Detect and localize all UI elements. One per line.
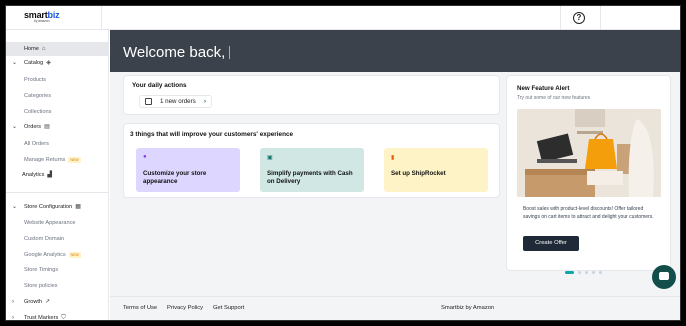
feature-description: Boost sales with product-level discounts… bbox=[523, 206, 654, 220]
carousel-dot[interactable] bbox=[565, 271, 574, 275]
privacy-link[interactable]: Privacy Policy bbox=[167, 305, 203, 311]
sidebar-item-store-policies[interactable]: Store policies bbox=[6, 279, 108, 293]
sidebar-item-custom-domain[interactable]: Custom Domain bbox=[6, 232, 108, 246]
store-icon: ▦ bbox=[75, 204, 81, 210]
truck-icon: ▮ bbox=[391, 155, 395, 161]
cash-icon: ▣ bbox=[267, 155, 273, 161]
sidebar-item-home[interactable]: Home ⌂ bbox=[6, 42, 108, 56]
chevron-right-icon: › bbox=[204, 98, 207, 105]
sidebar-item-trust-markers[interactable]: › Trust Markers ⛉ bbox=[6, 311, 108, 321]
carousel-dot[interactable] bbox=[592, 271, 595, 275]
support-link[interactable]: Get Support bbox=[213, 305, 244, 311]
customize-store-tile[interactable]: ● Customize your store appearance bbox=[136, 148, 240, 192]
tag-icon: ◈ bbox=[46, 60, 51, 66]
improve-title: 3 things that will improve your customer… bbox=[130, 131, 294, 138]
sidebar-item-products[interactable]: Products bbox=[6, 73, 108, 87]
feature-alert-subtitle: Try out some of our new features bbox=[517, 95, 591, 101]
sidebar-item-store-configuration[interactable]: ⌄ Store Configuration ▦ bbox=[6, 200, 108, 214]
shiprocket-tile[interactable]: ▮ Set up ShipRocket bbox=[384, 148, 488, 192]
create-offer-button[interactable]: Create Offer bbox=[523, 236, 579, 251]
carousel-dots[interactable] bbox=[565, 264, 606, 282]
sidebar-item-collections[interactable]: Collections bbox=[6, 105, 108, 119]
sidebar-item-store-timings[interactable]: Store Timings bbox=[6, 263, 108, 277]
chevron-right-icon: › bbox=[12, 299, 14, 305]
sidebar-item-website-appearance[interactable]: Website Appearance bbox=[6, 216, 108, 230]
app-window: smartbiz by amazon ? Home ⌂ ⌄ Catalog ◈ Pro… bbox=[5, 5, 681, 321]
bar-chart-icon: ▟ bbox=[47, 172, 53, 178]
shield-icon: ⛉ bbox=[61, 315, 66, 321]
sidebar-item-analytics[interactable]: Analytics ▟ bbox=[6, 168, 108, 182]
sidebar-item-orders[interactable]: ⌄ Orders ▤ bbox=[6, 120, 108, 134]
improve-experience-card: 3 things that will improve your customer… bbox=[123, 123, 500, 198]
help-icon[interactable]: ? bbox=[573, 12, 585, 24]
daily-actions-title: Your daily actions bbox=[132, 82, 187, 89]
footer-brand: Smartbiz by Amazon bbox=[441, 305, 495, 311]
palette-icon: ● bbox=[143, 154, 147, 160]
chevron-down-icon: ⌄ bbox=[12, 124, 18, 130]
cash-on-delivery-tile[interactable]: ▣ Simplify payments with Cash on Deliver… bbox=[260, 148, 364, 192]
welcome-heading: Welcome back, bbox=[123, 44, 231, 61]
carousel-dot[interactable] bbox=[599, 271, 602, 275]
sidebar-item-catalog[interactable]: ⌄ Catalog ◈ bbox=[6, 56, 108, 70]
new-orders-button[interactable]: 1 new orders › bbox=[139, 95, 212, 108]
calendar-icon bbox=[145, 98, 152, 105]
chevron-down-icon: ⌄ bbox=[12, 60, 18, 66]
footer: Terms of Use Privacy Policy Get Support … bbox=[110, 296, 680, 320]
carousel-dot[interactable] bbox=[585, 271, 588, 275]
top-bar: smartbiz by amazon ? bbox=[6, 6, 680, 30]
sidebar-divider bbox=[6, 192, 108, 193]
feature-image bbox=[517, 109, 661, 197]
clipboard-icon: ▤ bbox=[44, 124, 50, 130]
feature-alert-card: New Feature Alert Try out some of our ne… bbox=[506, 75, 671, 275]
terms-link[interactable]: Terms of Use bbox=[123, 305, 157, 311]
chevron-down-icon: ⌄ bbox=[12, 204, 18, 210]
chevron-right-icon: › bbox=[12, 315, 14, 321]
daily-actions-card: Your daily actions 1 new orders › bbox=[123, 75, 500, 115]
sidebar-item-google-analytics[interactable]: Google Analytics NEW bbox=[6, 248, 108, 262]
trend-up-icon: ↗ bbox=[45, 299, 51, 305]
carousel-dot[interactable] bbox=[578, 271, 581, 275]
sidebar: Home ⌂ ⌄ Catalog ◈ Products Categories Col… bbox=[6, 30, 109, 321]
home-icon: ⌂ bbox=[41, 46, 46, 52]
smartbiz-logo[interactable]: smartbiz by amazon bbox=[24, 10, 60, 23]
feature-alert-title: New Feature Alert bbox=[517, 85, 570, 92]
sidebar-item-all-orders[interactable]: All Orders bbox=[6, 137, 108, 151]
sidebar-item-growth[interactable]: › Growth ↗ bbox=[6, 295, 108, 309]
new-badge: NEW bbox=[68, 251, 81, 258]
sidebar-item-manage-returns[interactable]: Manage Returns NEW bbox=[6, 153, 108, 167]
sidebar-item-categories[interactable]: Categories bbox=[6, 89, 108, 103]
welcome-banner: Welcome back, bbox=[110, 30, 680, 72]
new-badge: NEW bbox=[68, 156, 81, 163]
chat-icon[interactable] bbox=[652, 265, 676, 289]
